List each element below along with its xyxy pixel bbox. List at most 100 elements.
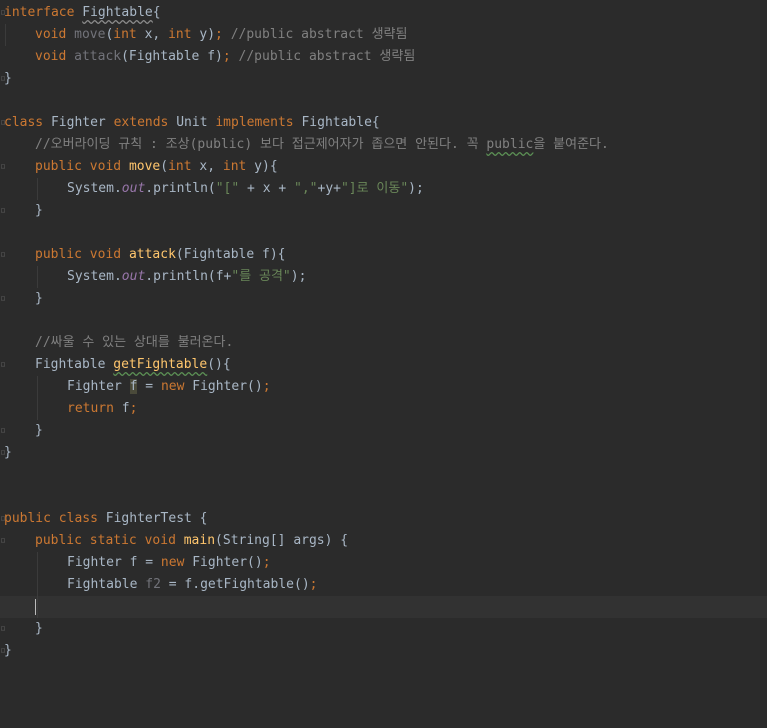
- comment: public: [486, 137, 534, 152]
- keyword: interface: [4, 5, 75, 20]
- fold-marker-icon[interactable]: ▫: [0, 530, 6, 552]
- keyword: int: [168, 27, 192, 42]
- code-line[interactable]: ▫ }: [0, 200, 767, 222]
- keyword: new: [160, 379, 185, 394]
- code-text: (String[] args) {: [215, 533, 349, 548]
- code-text: }: [35, 621, 43, 636]
- code-text: .println(: [145, 181, 216, 196]
- code-text: + x +: [239, 181, 295, 196]
- code-line[interactable]: ▫ public static void main(String[] args)…: [0, 530, 767, 552]
- code-text: x,: [191, 159, 223, 174]
- indent-guide: [37, 552, 38, 574]
- code-line[interactable]: ▫ public class FighterTest {: [0, 508, 767, 530]
- code-text: FighterTest {: [97, 511, 208, 526]
- keyword: public: [35, 533, 82, 548]
- keyword: public: [35, 159, 82, 174]
- code-line[interactable]: ▫ class Fighter extends Unit implements …: [0, 112, 767, 134]
- code-text: }: [35, 291, 43, 306]
- code-line[interactable]: Fighter f = new Fighter();: [0, 376, 767, 398]
- code-line[interactable]: ▫ public void attack(Fightable f){: [0, 244, 767, 266]
- indent-guide: [37, 376, 38, 398]
- code-line[interactable]: Fightable f2 = f.getFightable();: [0, 574, 767, 596]
- code-text: System.: [67, 269, 122, 284]
- code-line[interactable]: //싸울 수 있는 상대를 불러온다.: [0, 332, 767, 354]
- code-text: );: [408, 181, 424, 196]
- fold-marker-icon[interactable]: ▫: [0, 244, 6, 266]
- current-line[interactable]: [0, 596, 767, 618]
- keyword: public: [35, 247, 82, 262]
- code-line[interactable]: ▫ }: [0, 618, 767, 640]
- code-line[interactable]: ▫ }: [0, 68, 767, 90]
- keyword: class: [58, 511, 98, 526]
- indent-guide: [37, 596, 38, 618]
- fold-marker-icon[interactable]: ▫: [0, 156, 6, 178]
- code-line[interactable]: System.out.println(f+"를 공격");: [0, 266, 767, 288]
- code-text: +y+: [317, 181, 341, 196]
- code-text: Unit: [168, 115, 216, 130]
- code-line[interactable]: System.out.println("[" + x + ","+y+"]로 이…: [0, 178, 767, 200]
- keyword: void: [89, 159, 122, 174]
- code-line[interactable]: //오버라이딩 규칙 : 조상(public) 보다 접근제어자가 좁으면 안된…: [0, 134, 767, 156]
- code-text: }: [35, 423, 43, 438]
- keyword: extends: [113, 115, 169, 130]
- code-text: Fighter(): [184, 379, 263, 394]
- keyword: static: [89, 533, 137, 548]
- code-text: =: [137, 379, 161, 394]
- code-text: Fightable: [35, 357, 114, 372]
- string-literal: "를 공격": [231, 269, 291, 284]
- keyword: int: [113, 27, 137, 42]
- code-line[interactable]: ▫ }: [0, 288, 767, 310]
- keyword: class: [4, 115, 44, 130]
- code-line[interactable]: void move(int x, int y); //public abstra…: [0, 24, 767, 46]
- code-line[interactable]: ▫ }: [0, 640, 767, 662]
- code-line[interactable]: return f;: [0, 398, 767, 420]
- code-text: }: [35, 203, 43, 218]
- code-line[interactable]: ▫ interface Fightable{: [0, 2, 767, 24]
- comment: //싸울 수 있는 상대를 불러온다.: [35, 335, 234, 350]
- code-line[interactable]: ▫ }: [0, 442, 767, 464]
- code-line[interactable]: Fighter f = new Fighter();: [0, 552, 767, 574]
- keyword: public: [4, 511, 51, 526]
- fold-marker-icon[interactable]: ▫: [0, 618, 6, 640]
- code-line[interactable]: ▫ public void move(int x, int y){: [0, 156, 767, 178]
- semicolon: ;: [222, 49, 231, 64]
- string-literal: "[": [215, 181, 240, 196]
- text-caret: [35, 599, 36, 615]
- keyword: return: [67, 401, 114, 416]
- comment: //public abstract 생략됨: [222, 27, 408, 42]
- code-text: }: [4, 445, 12, 460]
- semicolon: ;: [129, 401, 138, 416]
- code-line[interactable]: void attack(Fightable f); //public abstr…: [0, 46, 767, 68]
- code-text: .println(f+: [145, 269, 232, 284]
- code-text: Fightable: [67, 577, 146, 592]
- field-name: out: [121, 181, 146, 196]
- method-name: move: [128, 159, 161, 174]
- code-text: }: [4, 71, 12, 86]
- code-text: x,: [136, 27, 169, 42]
- method-name: attack: [74, 49, 122, 64]
- fold-marker-icon[interactable]: ▫: [0, 200, 6, 222]
- keyword: int: [222, 159, 247, 174]
- fold-marker-icon[interactable]: ▫: [0, 420, 6, 442]
- keyword: int: [168, 159, 192, 174]
- code-text: (: [160, 159, 169, 174]
- indent-guide: [37, 178, 38, 200]
- code-line[interactable]: ▫ Fightable getFightable(){: [0, 354, 767, 376]
- code-text: = f.getFightable(): [160, 577, 310, 592]
- code-editor[interactable]: ▫ interface Fightable{ void move(int x, …: [0, 0, 767, 672]
- code-line[interactable]: ▫ }: [0, 420, 767, 442]
- fold-marker-icon[interactable]: ▫: [0, 288, 6, 310]
- semicolon: ;: [262, 379, 271, 394]
- keyword: void: [35, 49, 67, 64]
- comment: //오버라이딩 규칙 : 조상(public) 보다 접근제어자가 좁으면 안된…: [35, 137, 487, 152]
- string-literal: "]로 이동": [340, 181, 409, 196]
- code-text: Fighter(): [184, 555, 263, 570]
- code-text: Fighter: [67, 379, 130, 394]
- fold-marker-icon[interactable]: ▫: [0, 354, 6, 376]
- semicolon: ;: [309, 577, 318, 592]
